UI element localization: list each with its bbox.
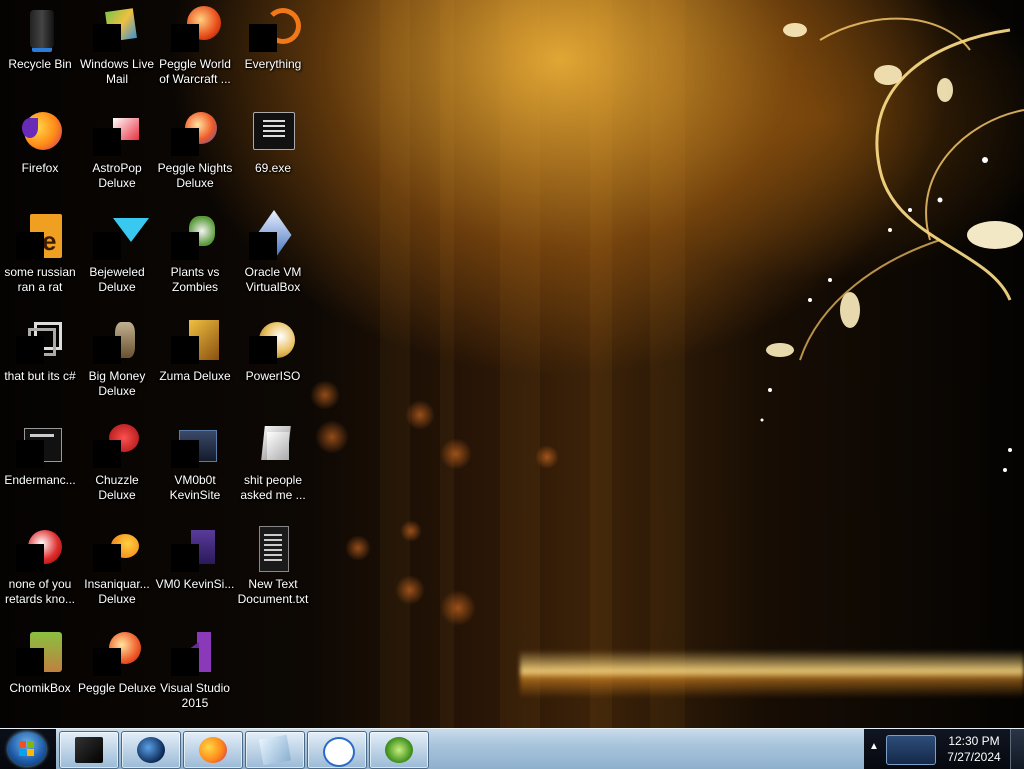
game-icon [93,316,141,364]
peggle-icon [93,628,141,676]
decorative-swirl [760,17,1024,472]
firefox-icon [16,108,64,156]
desktop-icon-shit-people-asked[interactable]: shit people asked me ... [233,416,313,516]
desktop-icon-vm0-kevinsite[interactable]: VM0 KevinSi... [155,520,235,620]
desktop-icon-insaniquarium[interactable]: Insaniquar... Deluxe [77,520,157,620]
start-button[interactable] [8,732,46,766]
desktop-icon-everything[interactable]: Everything [233,0,313,100]
taskbar-app-4[interactable] [245,731,305,769]
disc-icon [249,316,297,364]
black-box-icon [75,737,103,763]
desktop-icon-recycle-bin[interactable]: Recycle Bin [0,0,80,100]
firefox-icon [199,737,227,763]
mail-icon [93,4,141,52]
desktop-icon-firefox[interactable]: Firefox [0,104,80,204]
search-app-icon [249,4,301,52]
desktop-icon-peggle-nights[interactable]: Peggle Nights Deluxe [155,104,235,204]
green-app-icon [385,737,413,763]
game-icon [93,108,141,156]
desktop-icon-zuma[interactable]: Zuma Deluxe [155,312,235,412]
desktop-icon-69-exe[interactable]: 69.exe [233,104,313,204]
desktop-icon-windows-live-mail[interactable]: Windows Live Mail [77,0,157,100]
gem-icon [93,212,149,260]
desktop-icon-endermanch[interactable]: Endermanc... [0,416,80,516]
desktop-icon-peggle-deluxe[interactable]: Peggle Deluxe [77,624,157,724]
desktop-icon-new-text-document[interactable]: New Text Document.txt [233,520,313,620]
file-icon: e [16,212,64,260]
game-icon [171,316,219,364]
desktop-icon-virtualbox[interactable]: Oracle VM VirtualBox [233,208,313,308]
taskbar-app-2[interactable] [121,731,181,769]
clock-date[interactable]: 7/27/2024 [944,750,1004,764]
folder-icon [171,420,219,468]
desktop-icon-plants-vs-zombies[interactable]: Plants vs Zombies [155,208,235,308]
fish-icon [93,524,141,572]
folder-icon [249,420,297,468]
text-file-icon [249,524,297,572]
peggle-icon [171,108,219,156]
show-desktop-button[interactable] [1010,729,1024,769]
system-tray: ▲ 12:30 PM 7/27/2024 [864,729,1024,769]
virtualbox-icon [249,210,297,260]
game-icon [16,524,64,572]
desktop-icon-that-but-csharp[interactable]: that but its c# [0,312,80,412]
desktop-icon-bejeweled[interactable]: Bejeweled Deluxe [77,208,157,308]
shortcut-icon [16,316,64,364]
executable-icon [16,420,64,468]
chevron-up-icon[interactable]: ▲ [869,741,879,752]
desktop-icon-chomikbox[interactable]: ChomikBox [0,624,80,724]
taskbar-firefox[interactable] [183,731,243,769]
plant-icon [171,212,219,260]
desktop-icon-astropop[interactable]: AstroPop Deluxe [77,104,157,204]
desktop-icon-poweriso[interactable]: PowerISO [233,312,313,412]
globe-icon [137,737,165,763]
taskbar-app-1[interactable] [59,731,119,769]
desktop-icon-visual-studio[interactable]: Visual Studio 2015 [155,624,235,724]
notepad-icon [258,734,292,766]
visual-studio-icon [171,628,219,676]
desktop-icon-russian-rat[interactable]: e some russian ran a rat [0,208,80,308]
desktop-icon-big-money[interactable]: Big Money Deluxe [77,312,157,412]
desktop-icon-none-of-you[interactable]: none of you retards kno... [0,520,80,620]
taskbar-app-6[interactable] [369,731,429,769]
document-icon [171,524,219,572]
desktop-icon-vm0b0t-kevinsite[interactable]: VM0b0t KevinSite [155,416,235,516]
desktop-icon-peggle-wow[interactable]: Peggle World of Warcraft ... [155,0,235,100]
start-area [0,729,56,769]
chomikbox-icon [16,628,64,676]
game-icon [93,420,141,468]
desktop-icon-chuzzle[interactable]: Chuzzle Deluxe [77,416,157,516]
taskbar: ▲ 12:30 PM 7/27/2024 [0,728,1024,769]
peggle-icon [171,4,221,52]
windows-logo-icon [19,741,35,757]
recycle-bin-icon [16,4,64,52]
clock-time[interactable]: 12:30 PM [944,734,1004,748]
executable-icon [249,108,297,156]
a-letter-icon [323,737,355,767]
network-icon[interactable] [886,735,936,765]
taskbar-app-5[interactable] [307,731,367,769]
